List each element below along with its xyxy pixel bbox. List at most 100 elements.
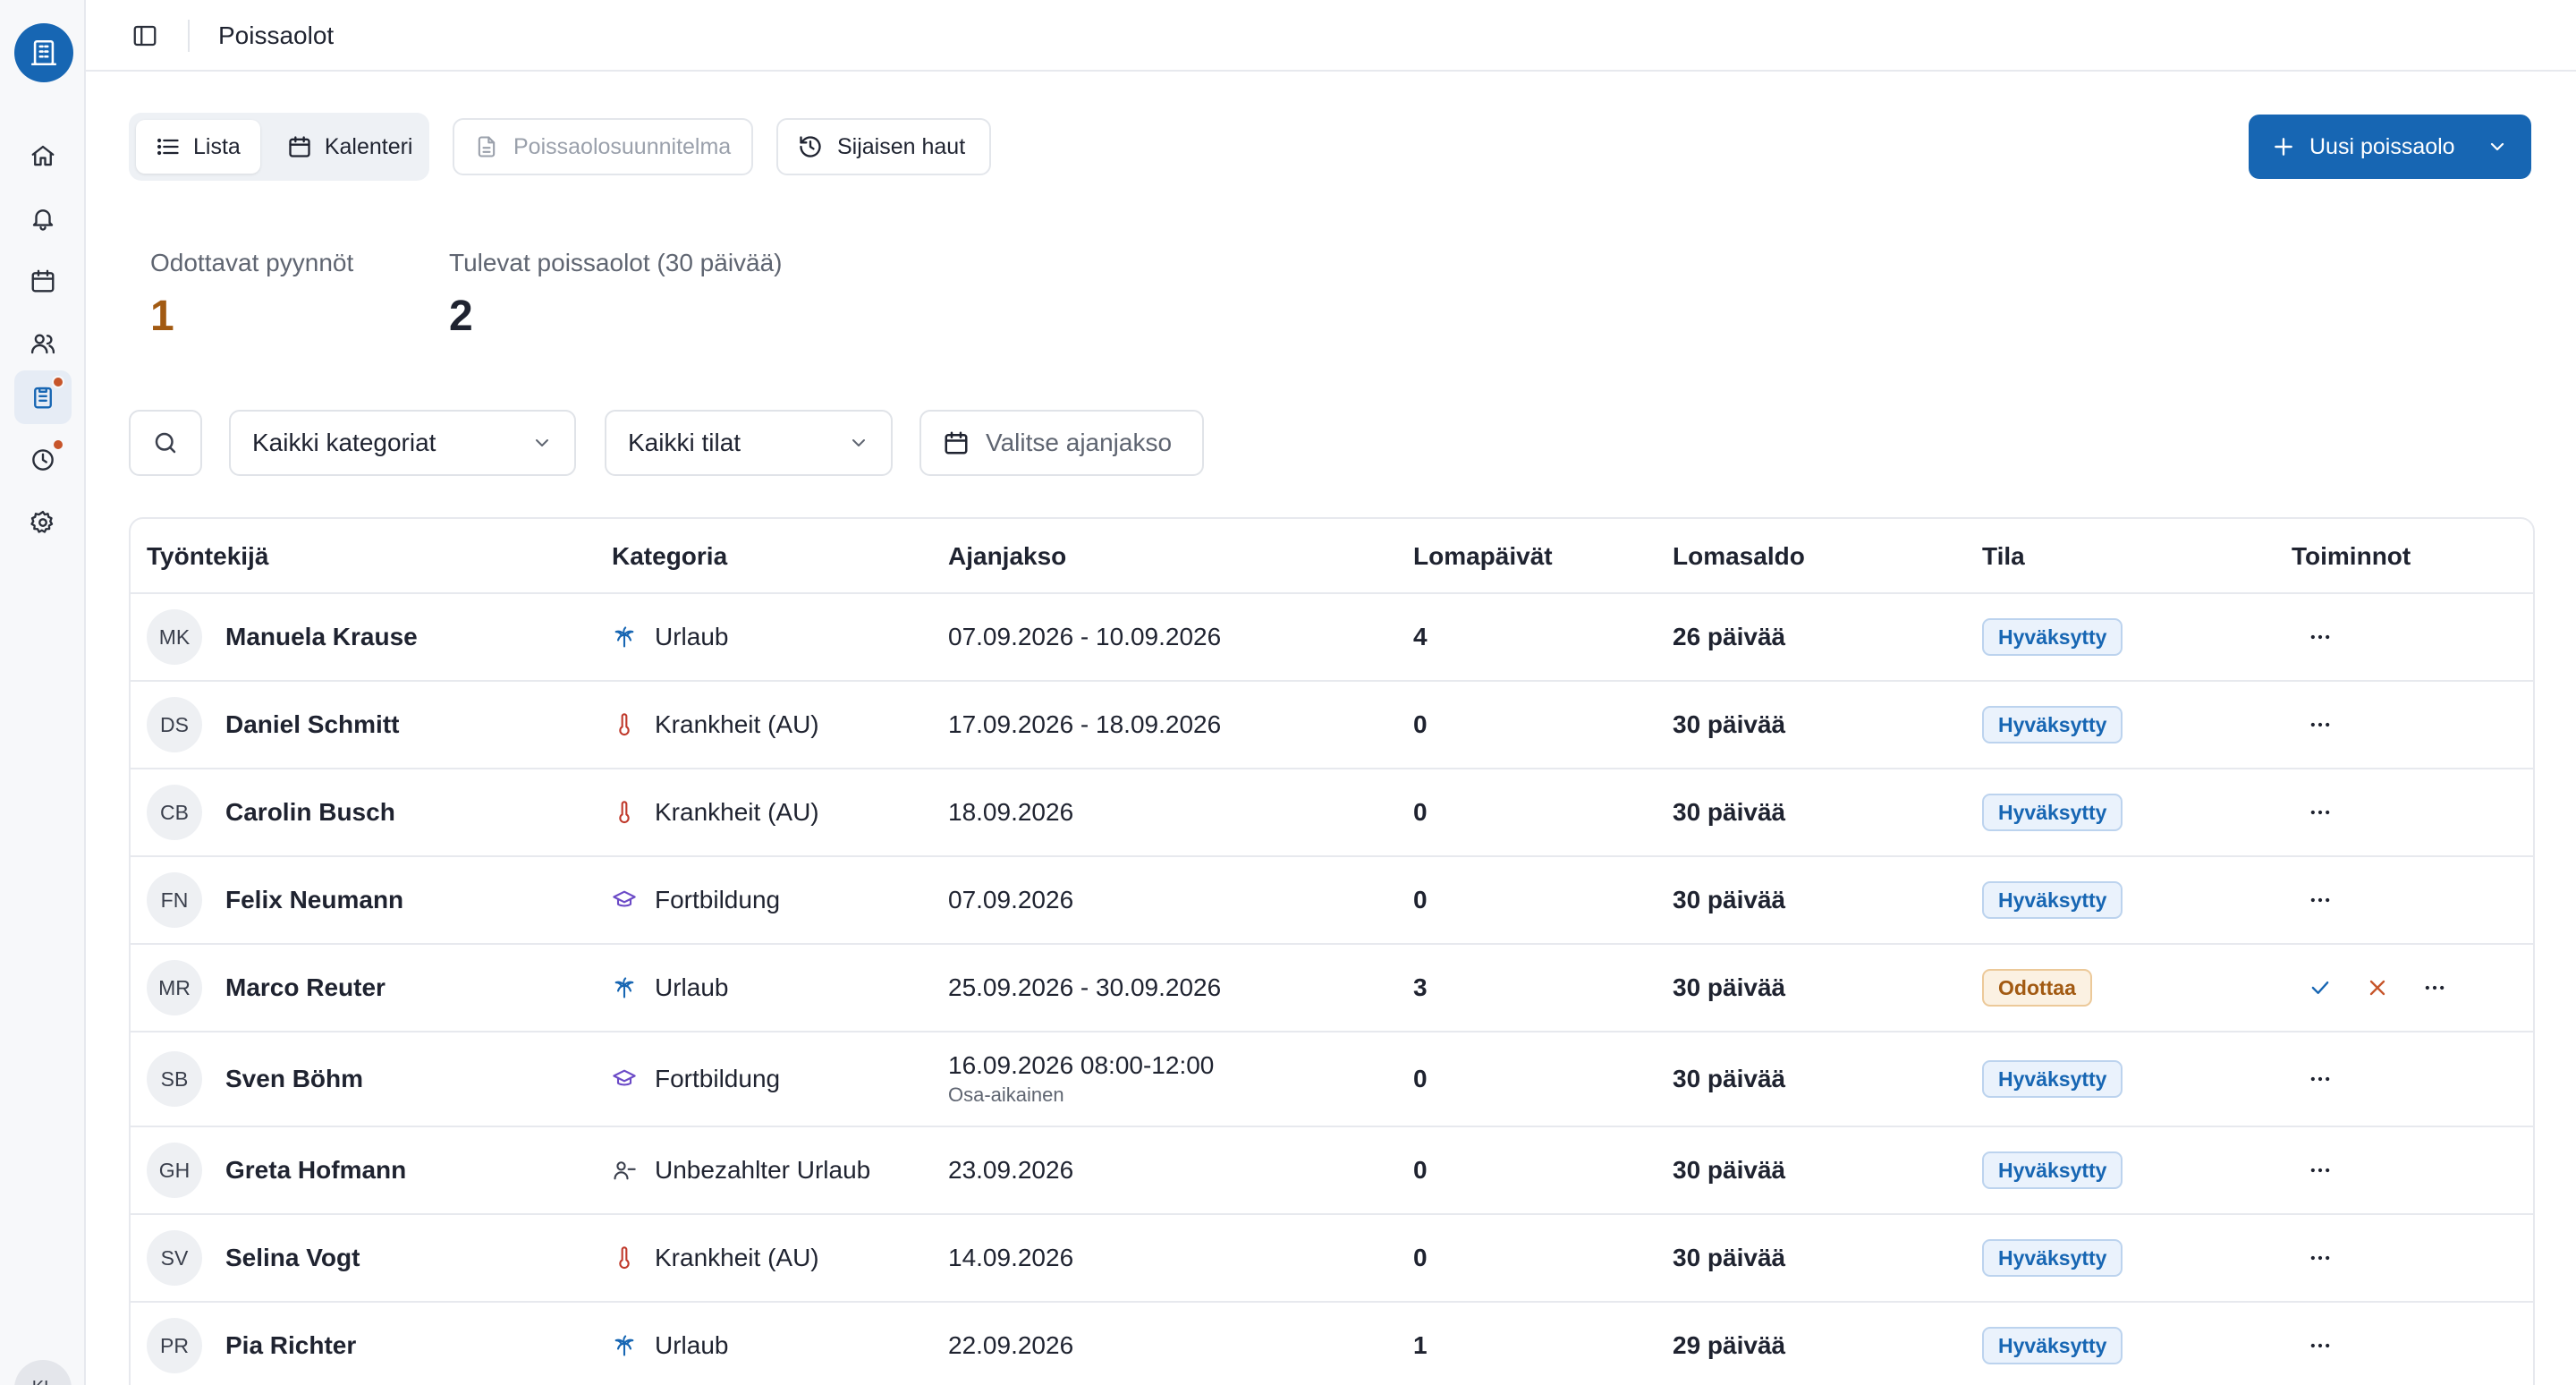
balance-value: 26 päivää <box>1673 623 1786 650</box>
employee-name[interactable]: Pia Richter <box>225 1331 356 1360</box>
sidebar-item-gear[interactable] <box>14 496 72 549</box>
avatar: MK <box>147 609 202 665</box>
user-minus-icon <box>614 1161 636 1180</box>
cell-category: Krankheit (AU) <box>612 1215 819 1301</box>
view-list-label: Lista <box>193 133 241 159</box>
cell-status: Odottaa <box>1982 945 2092 1031</box>
absence-plan-label: Poissaolosuunnitelma <box>513 133 732 159</box>
more-actions-button[interactable] <box>2302 1240 2338 1276</box>
category-label: Fortbildung <box>655 886 781 913</box>
table-row[interactable]: SB Sven Böhm Fortbildung 16.09.2026 08:00-1… <box>131 1032 2533 1127</box>
thermometer-icon <box>619 801 630 824</box>
cell-period: 07.09.2026 - 10.09.2026 <box>948 594 1221 680</box>
more-actions-button[interactable] <box>2302 794 2338 830</box>
cell-balance: 30 päivää <box>1673 1032 1785 1126</box>
header-status[interactable]: Tila <box>1982 519 2025 594</box>
table-row[interactable]: MK Manuela Krause Urlaub 07.09.2026 - 10.09… <box>131 594 2533 682</box>
employee-name[interactable]: Marco Reuter <box>225 973 386 1002</box>
cell-status: Hyväksytty <box>1982 1127 2123 1213</box>
period-wrap: 07.09.2026 <box>948 886 1073 914</box>
period-note: Osa-aikainen <box>948 1083 1064 1106</box>
status-select[interactable]: Kaikki tilat <box>605 410 893 476</box>
table-row[interactable]: SV Selina Vogt Krankheit (AU) 14.09.2026 0 30… <box>131 1215 2533 1303</box>
sidebar-item-clock[interactable] <box>14 433 72 487</box>
avatar: PR <box>147 1318 202 1373</box>
more-actions-button[interactable] <box>2417 970 2453 1006</box>
table-row[interactable]: MR Marco Reuter Urlaub 25.09.2026 - 30.09.2… <box>131 945 2533 1032</box>
table-row[interactable]: DS Daniel Schmitt Krankheit (AU) 17.09.2026… <box>131 682 2533 769</box>
balance-value: 30 päivää <box>1673 1244 1786 1271</box>
check-icon <box>2311 981 2329 994</box>
user-avatar[interactable]: KL <box>14 1360 72 1385</box>
category-icon-wrap <box>612 712 637 737</box>
more-icon <box>2310 897 2330 903</box>
new-absence-button[interactable]: Uusi poissaolo <box>2249 115 2531 179</box>
cell-balance: 26 päivää <box>1673 594 1785 680</box>
date-range-button[interactable]: Valitse ajanjakso <box>919 410 1204 476</box>
table-row[interactable]: FN Felix Neumann Fortbildung 07.09.2026 0 30 … <box>131 857 2533 945</box>
search-button[interactable] <box>129 410 202 476</box>
view-list-button[interactable]: Lista <box>136 120 260 174</box>
view-calendar-button[interactable]: Kalenteri <box>267 120 433 174</box>
cell-balance: 30 päivää <box>1673 682 1785 768</box>
employee-name[interactable]: Selina Vogt <box>225 1244 360 1272</box>
more-actions-button[interactable] <box>2302 619 2338 655</box>
header-employee[interactable]: Työntekijä <box>147 519 268 594</box>
employee-name[interactable]: Sven Böhm <box>225 1065 363 1093</box>
table-row[interactable]: CB Carolin Busch Krankheit (AU) 18.09.2026 0… <box>131 769 2533 857</box>
avatar: DS <box>147 697 202 752</box>
employee-name[interactable]: Greta Hofmann <box>225 1156 406 1185</box>
vacation-days-value: 0 <box>1413 1156 1428 1184</box>
more-actions-button[interactable] <box>2302 1152 2338 1188</box>
approve-button[interactable] <box>2302 970 2338 1006</box>
graduation-cap-icon <box>613 890 636 907</box>
more-icon <box>2425 985 2445 990</box>
more-actions-button[interactable] <box>2302 707 2338 743</box>
thermometer-icon <box>619 1246 630 1270</box>
sidebar-item-home[interactable] <box>14 129 72 183</box>
header-category[interactable]: Kategoria <box>612 519 727 594</box>
period-wrap: 16.09.2026 08:00-12:00 Osa-aikainen <box>948 1051 1214 1107</box>
cell-employee: FN Felix Neumann <box>147 857 403 943</box>
status-badge: Hyväksytty <box>1982 706 2123 743</box>
header-balance[interactable]: Lomasaldo <box>1673 519 1805 594</box>
cell-employee: CB Carolin Busch <box>147 769 395 855</box>
cell-employee: GH Greta Hofmann <box>147 1127 406 1213</box>
balance-value: 30 päivää <box>1673 710 1786 738</box>
sidebar-item-calendar[interactable] <box>14 254 72 308</box>
avatar: CB <box>147 785 202 840</box>
table-row[interactable]: PR Pia Richter Urlaub 22.09.2026 1 29 päivää H… <box>131 1303 2533 1385</box>
employee-name[interactable]: Manuela Krause <box>225 623 418 651</box>
list-icon <box>157 138 179 156</box>
more-icon <box>2310 1076 2330 1082</box>
sidebar-item-clipboard[interactable] <box>14 370 72 424</box>
palm-icon <box>614 626 634 648</box>
absence-table: Työntekijä Kategoria Ajanjakso Lomapäivä… <box>129 517 2535 1385</box>
cell-period: 23.09.2026 <box>948 1127 1073 1213</box>
substitute-search-label: Sijaisen haut <box>837 133 966 159</box>
more-actions-button[interactable] <box>2302 1061 2338 1097</box>
category-select[interactable]: Kaikki kategoriat <box>229 410 576 476</box>
sidebar-item-bell[interactable] <box>14 191 72 245</box>
substitute-search-button[interactable]: Sijaisen haut <box>776 118 991 175</box>
header-vacation-days[interactable]: Lomapäivät <box>1413 519 1553 594</box>
employee-name[interactable]: Daniel Schmitt <box>225 710 399 739</box>
cell-actions <box>2302 1032 2360 1126</box>
status-select-value: Kaikki tilat <box>628 429 741 456</box>
employee-name[interactable]: Felix Neumann <box>225 886 403 914</box>
table-row[interactable]: GH Greta Hofmann Unbezahlter Urlaub 23.09.2… <box>131 1127 2533 1215</box>
clipboard-icon <box>34 387 52 409</box>
absence-plan-button[interactable]: Poissaolosuunnitelma <box>453 118 753 175</box>
category-icon-wrap <box>612 975 637 1000</box>
app-logo[interactable] <box>14 23 73 82</box>
more-actions-button[interactable] <box>2302 1328 2338 1364</box>
header-period[interactable]: Ajanjakso <box>948 519 1066 594</box>
category-select-value: Kaikki kategoriat <box>252 429 436 456</box>
reject-button[interactable] <box>2360 970 2395 1006</box>
sidebar-item-users[interactable] <box>14 317 72 370</box>
more-actions-button[interactable] <box>2302 882 2338 918</box>
sidebar-toggle-button[interactable] <box>131 21 159 50</box>
chevron-down-icon[interactable] <box>2487 136 2508 157</box>
employee-name[interactable]: Carolin Busch <box>225 798 395 827</box>
category-icon-wrap <box>612 1066 637 1092</box>
